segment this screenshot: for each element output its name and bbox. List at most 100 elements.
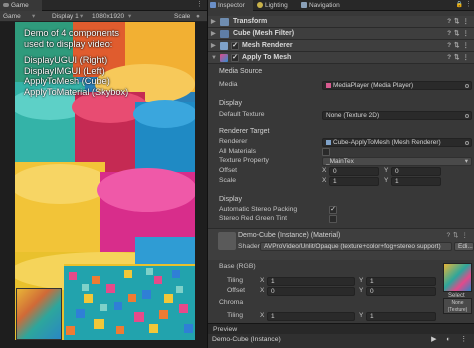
tab-game[interactable]: Game	[0, 0, 42, 11]
x-axis-label: X	[260, 277, 265, 284]
tiling-y-input[interactable]: 1	[366, 277, 436, 286]
component-buttons[interactable]: ?⇅⋮	[447, 16, 472, 28]
renderer-row: Renderer Cube-ApplyToMesh (Mesh Renderer…	[219, 137, 473, 147]
navigation-icon	[301, 2, 307, 8]
texture-property-dropdown[interactable]: _MainTex ▾	[322, 157, 472, 166]
colored-cubes-image	[64, 264, 195, 340]
tiling-x-input[interactable]: 1	[267, 277, 355, 286]
tiling-row: Tiling X 1 Y 1	[219, 276, 473, 286]
chevron-right-icon[interactable]: ▶	[211, 28, 216, 40]
game-tab-bar: Game ⋮	[0, 0, 207, 11]
tab-navigation[interactable]: Navigation	[299, 0, 351, 11]
texture-property-row: Texture Property _MainTex ▾	[219, 156, 473, 166]
tab-inspector[interactable]: Inspector	[208, 0, 253, 11]
game-panel: Game ⋮ Game ▾ Display 1 ▾ 1080x1920 ▾ Sc…	[0, 0, 207, 348]
chevron-down-icon: ▾	[464, 158, 468, 165]
x-axis-label: X	[322, 177, 327, 184]
renderer-object-field[interactable]: Cube-ApplyToMesh (Mesh Renderer)	[322, 138, 472, 147]
chevron-right-icon[interactable]: ▶	[211, 16, 216, 28]
media-object-field[interactable]: MediaPlayer (Media Player)	[322, 81, 472, 90]
mesh-renderer-enabled-checkbox[interactable]: ✓	[231, 42, 239, 50]
overlay-line: DisplayUGUI (Right)	[24, 55, 108, 65]
editor-window: Game ⋮ Game ▾ Display 1 ▾ 1080x1920 ▾ Sc…	[0, 0, 474, 348]
material-offset-y-input[interactable]: 0	[366, 287, 436, 296]
chevron-down-icon: ▾	[128, 13, 132, 20]
object-picker-icon[interactable]	[465, 114, 469, 118]
resolution-dropdown[interactable]: 1080x1920	[92, 11, 124, 22]
shader-label: Shader	[238, 243, 260, 250]
tab-inspector-label: Inspector	[218, 2, 245, 9]
material-header: Demo-Cube (Instance) (Material) ?⇅⋮ Shad…	[208, 228, 474, 260]
info-icon	[210, 2, 216, 8]
display-mode-dropdown[interactable]: Game	[3, 11, 21, 22]
chroma-tiling-row: Tiling X 1 Y 1	[219, 311, 473, 321]
object-picker-icon[interactable]	[465, 84, 469, 88]
apply-to-mesh-enabled-checkbox[interactable]: ✓	[231, 54, 239, 62]
base-rgb-row: Base (RGB)	[219, 262, 473, 272]
object-picker-icon[interactable]	[465, 141, 469, 145]
overlay-line: ApplyToMesh (Cube)	[24, 76, 110, 86]
default-texture-field[interactable]: None (Texture 2D)	[322, 111, 472, 120]
offset-y-input[interactable]: 0	[391, 167, 441, 176]
menu-dots-icon[interactable]: ⋮	[465, 0, 472, 10]
chevron-right-icon[interactable]: ▶	[211, 40, 216, 52]
preview-object-label: Demo-Cube (Instance)	[212, 336, 281, 343]
component-buttons[interactable]: ?⇅⋮	[447, 40, 472, 52]
chroma-label: Chroma	[219, 299, 244, 306]
tab-navigation-label: Navigation	[309, 2, 340, 9]
stereo-tint-label: Stereo Red Green Tint	[219, 215, 288, 222]
component-buttons[interactable]: ?⇅⋮	[447, 52, 472, 64]
preview-controls[interactable]: ▶ ◐ ⋮	[431, 334, 471, 345]
y-axis-label: Y	[359, 277, 364, 284]
chroma-tiling-x-input[interactable]: 1	[267, 312, 355, 321]
y-axis-label: Y	[359, 287, 364, 294]
component-mesh-renderer[interactable]: ▶ ✓ Mesh Renderer ?⇅⋮	[208, 40, 474, 52]
lock-icon[interactable]: 🔒	[456, 0, 463, 11]
media-label: Media	[219, 81, 238, 88]
tab-lighting-label: Lighting	[265, 2, 288, 9]
material-preview-icon	[218, 232, 236, 250]
shader-dropdown[interactable]: AVProVideo/Unlit/Opaque (texture+color+f…	[260, 242, 452, 251]
game-view: Demo of 4 components used to display vid…	[15, 22, 195, 340]
renderer-target-header: Renderer Target	[219, 128, 270, 135]
component-label: Cube (Mesh Filter)	[233, 30, 295, 37]
material-name: Demo-Cube (Instance) (Material)	[238, 232, 341, 239]
chroma-tiling-label: Tiling	[227, 312, 243, 319]
auto-stereo-checkbox[interactable]: ✓	[329, 206, 337, 214]
inspector-panel: Inspector Lighting Navigation 🔒 ⋮ ▶ Tran…	[207, 0, 474, 348]
chevron-down-icon[interactable]: ▼	[211, 52, 217, 64]
component-label: Apply To Mesh	[242, 54, 292, 61]
all-materials-checkbox[interactable]	[322, 148, 330, 156]
offset-x-input[interactable]: 0	[329, 167, 379, 176]
menu-dots-icon[interactable]: ⋮	[196, 0, 203, 10]
scale-x-input[interactable]: 1	[329, 177, 379, 186]
media-source-header: Media Source	[219, 68, 263, 75]
texture-property-label: Texture Property	[219, 157, 269, 164]
mesh-filter-icon	[220, 30, 229, 38]
default-texture-label: Default Texture	[219, 111, 265, 118]
scale-y-input[interactable]: 1	[391, 177, 441, 186]
material-buttons[interactable]: ?⇅⋮	[446, 231, 471, 239]
scale-row: Scale X 1 Y 1	[219, 176, 473, 186]
edit-shader-button[interactable]: Edi...	[454, 242, 474, 251]
material-offset-x-input[interactable]: 0	[267, 287, 355, 296]
component-transform[interactable]: ▶ Transform ?⇅⋮	[208, 16, 474, 28]
component-buttons[interactable]: ?⇅⋮	[447, 28, 472, 40]
mesh-renderer-icon	[326, 139, 331, 145]
gamepad-icon	[3, 3, 9, 8]
scale-slider-handle[interactable]: ●	[196, 11, 200, 22]
offset-row: Offset X 0 Y 0	[219, 166, 473, 176]
display-dropdown[interactable]: Display 1	[52, 11, 79, 22]
y-axis-label: Y	[359, 312, 364, 319]
component-mesh-filter[interactable]: ▶ Cube (Mesh Filter) ?⇅⋮	[208, 28, 474, 40]
preview-tab[interactable]: Preview	[208, 323, 474, 334]
overlay-line: Demo of 4 components	[24, 28, 119, 38]
chroma-row: Chroma	[219, 298, 473, 308]
chroma-tiling-y-input[interactable]: 1	[366, 312, 436, 321]
material-offset-label: Offset	[227, 287, 246, 294]
overlay-line: ApplyToMaterial (Skybox)	[24, 86, 129, 97]
preview-bar: Demo-Cube (Instance) ▶ ◐ ⋮	[208, 334, 474, 348]
stereo-tint-checkbox[interactable]	[329, 215, 337, 223]
component-apply-to-mesh[interactable]: ▼ ✓ Apply To Mesh ?⇅⋮	[208, 52, 474, 64]
tab-lighting[interactable]: Lighting	[255, 0, 297, 11]
